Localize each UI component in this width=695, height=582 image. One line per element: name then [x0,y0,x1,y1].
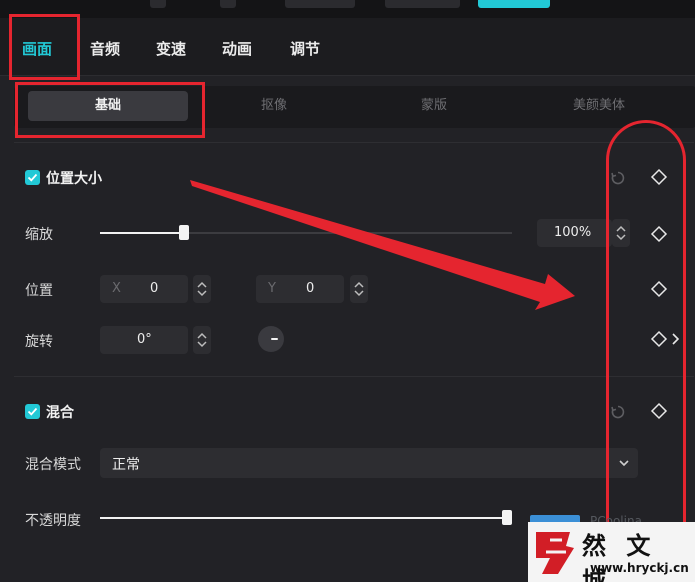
video-editor-panel: 画面 音频 变速 动画 调节 基础 抠像 蒙版 美颜美体 位置大小 缩放 100… [0,0,695,582]
annotation-arrow-icon [190,180,575,310]
watermark-url: www.hryckj.cn [590,561,689,575]
